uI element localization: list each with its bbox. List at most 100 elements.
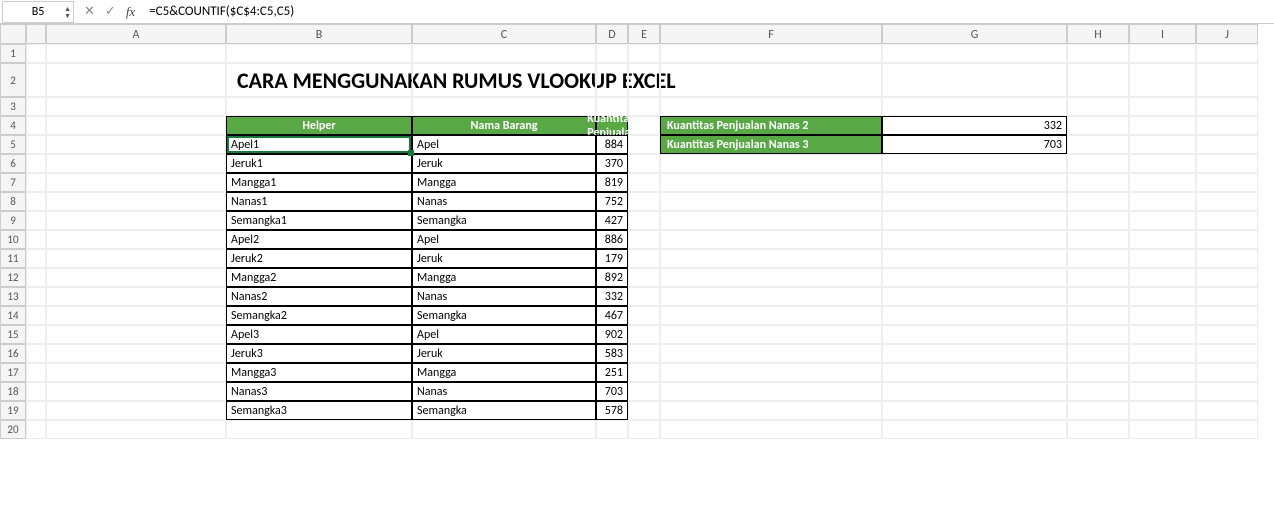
- cell-I2[interactable]: [1129, 63, 1196, 97]
- cell-I6[interactable]: [1129, 154, 1196, 173]
- helper-12[interactable]: Mangga3: [226, 363, 412, 382]
- nama-2[interactable]: Mangga: [412, 173, 596, 192]
- nama-12[interactable]: Mangga: [412, 363, 596, 382]
- cell-J7[interactable]: [1196, 173, 1258, 192]
- cell-blank[interactable]: [26, 382, 46, 401]
- column-header-A[interactable]: A: [46, 24, 226, 44]
- cell-blank[interactable]: [26, 97, 46, 116]
- column-header-B[interactable]: B: [226, 24, 412, 44]
- cell-A17[interactable]: [46, 363, 226, 382]
- cell-G12[interactable]: [882, 268, 1067, 287]
- cell-A1[interactable]: [46, 44, 226, 63]
- name-box[interactable]: B5 ▲ ▼: [2, 1, 74, 23]
- nama-9[interactable]: Semangka: [412, 306, 596, 325]
- cell-J19[interactable]: [1196, 401, 1258, 420]
- row-header-8[interactable]: 8: [0, 192, 26, 211]
- cell-D2[interactable]: [596, 63, 628, 97]
- selected-cell[interactable]: Apel1: [226, 135, 412, 154]
- lookup-label-1[interactable]: Kuantitas Penjualan Nanas 3: [660, 135, 882, 154]
- cell-A19[interactable]: [46, 401, 226, 420]
- cell-J14[interactable]: [1196, 306, 1258, 325]
- row-header-2[interactable]: 2: [0, 63, 26, 97]
- cell-A6[interactable]: [46, 154, 226, 173]
- cell-B2[interactable]: CARA MENGGUNAKAN RUMUS VLOOKUP EXCEL: [226, 63, 412, 97]
- cell-F7[interactable]: [660, 173, 882, 192]
- cell-J1[interactable]: [1196, 44, 1258, 63]
- cell-I18[interactable]: [1129, 382, 1196, 401]
- column-header-H[interactable]: H: [1067, 24, 1129, 44]
- cell-E16[interactable]: [628, 344, 660, 363]
- cell-F9[interactable]: [660, 211, 882, 230]
- cell-H18[interactable]: [1067, 382, 1129, 401]
- cell-C1[interactable]: [412, 44, 596, 63]
- cell-I10[interactable]: [1129, 230, 1196, 249]
- row-header-15[interactable]: 15: [0, 325, 26, 344]
- cell-H8[interactable]: [1067, 192, 1129, 211]
- helper-11[interactable]: Jeruk3: [226, 344, 412, 363]
- cell-A3[interactable]: [46, 97, 226, 116]
- nama-4[interactable]: Semangka: [412, 211, 596, 230]
- cell-A7[interactable]: [46, 173, 226, 192]
- lookup-value-0[interactable]: 332: [882, 116, 1067, 135]
- cell-I1[interactable]: [1129, 44, 1196, 63]
- cell-E7[interactable]: [628, 173, 660, 192]
- cell-I15[interactable]: [1129, 325, 1196, 344]
- helper-9[interactable]: Semangka2: [226, 306, 412, 325]
- cell-A14[interactable]: [46, 306, 226, 325]
- qty-4[interactable]: 427: [596, 211, 628, 230]
- fx-icon[interactable]: fx: [126, 4, 135, 20]
- cell-E19[interactable]: [628, 401, 660, 420]
- cell-blank[interactable]: [26, 363, 46, 382]
- cell-H15[interactable]: [1067, 325, 1129, 344]
- cell-G2[interactable]: [882, 63, 1067, 97]
- cell-blank[interactable]: [26, 420, 46, 439]
- helper-5[interactable]: Apel2: [226, 230, 412, 249]
- cell-E13[interactable]: [628, 287, 660, 306]
- cell-blank[interactable]: [26, 135, 46, 154]
- cell-F17[interactable]: [660, 363, 882, 382]
- cell-blank[interactable]: [26, 306, 46, 325]
- row-header-13[interactable]: 13: [0, 287, 26, 306]
- cell-E8[interactable]: [628, 192, 660, 211]
- helper-1[interactable]: Jeruk1: [226, 154, 412, 173]
- cell-J12[interactable]: [1196, 268, 1258, 287]
- cell-I9[interactable]: [1129, 211, 1196, 230]
- cell-A16[interactable]: [46, 344, 226, 363]
- cell-G1[interactable]: [882, 44, 1067, 63]
- cancel-icon[interactable]: ✕: [84, 4, 95, 19]
- column-header-C[interactable]: C: [412, 24, 596, 44]
- cell-D1[interactable]: [596, 44, 628, 63]
- cell-A2[interactable]: [46, 63, 226, 97]
- qty-7[interactable]: 892: [596, 268, 628, 287]
- helper-6[interactable]: Jeruk2: [226, 249, 412, 268]
- cell-G19[interactable]: [882, 401, 1067, 420]
- cell-I3[interactable]: [1129, 97, 1196, 116]
- cell-F10[interactable]: [660, 230, 882, 249]
- cell-I7[interactable]: [1129, 173, 1196, 192]
- cell-H20[interactable]: [1067, 420, 1129, 439]
- cell-C2[interactable]: [412, 63, 596, 97]
- cell-G6[interactable]: [882, 154, 1067, 173]
- cell-blank[interactable]: [26, 154, 46, 173]
- nama-13[interactable]: Nanas: [412, 382, 596, 401]
- row-header-20[interactable]: 20: [0, 420, 26, 439]
- cell-E9[interactable]: [628, 211, 660, 230]
- cell-G3[interactable]: [882, 97, 1067, 116]
- cell-H14[interactable]: [1067, 306, 1129, 325]
- lookup-label-0[interactable]: Kuantitas Penjualan Nanas 2: [660, 116, 882, 135]
- qty-5[interactable]: 886: [596, 230, 628, 249]
- helper-2[interactable]: Mangga1: [226, 173, 412, 192]
- cell-I13[interactable]: [1129, 287, 1196, 306]
- cell-F3[interactable]: [660, 97, 882, 116]
- cell-blank[interactable]: [26, 211, 46, 230]
- cell-E6[interactable]: [628, 154, 660, 173]
- cell-A4[interactable]: [46, 116, 226, 135]
- cell-E18[interactable]: [628, 382, 660, 401]
- cell-B20[interactable]: [226, 420, 412, 439]
- qty-14[interactable]: 578: [596, 401, 628, 420]
- cell-J16[interactable]: [1196, 344, 1258, 363]
- cell-A10[interactable]: [46, 230, 226, 249]
- cell-J17[interactable]: [1196, 363, 1258, 382]
- cell-A12[interactable]: [46, 268, 226, 287]
- cell-H1[interactable]: [1067, 44, 1129, 63]
